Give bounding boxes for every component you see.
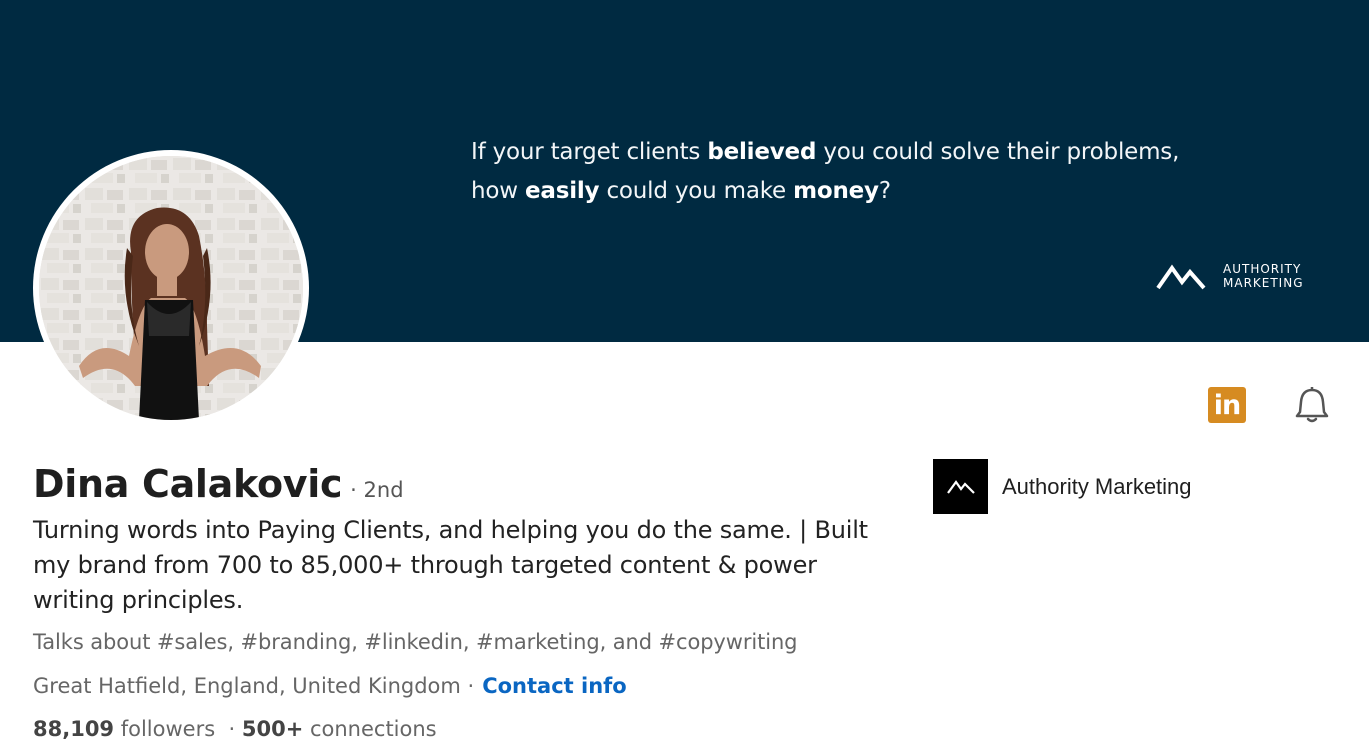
location-row: Great Hatfield, England, United Kingdom … <box>33 674 627 698</box>
profile-headline: Turning words into Paying Clients, and h… <box>33 516 868 614</box>
authority-marketing-mark-icon <box>1156 264 1206 290</box>
profile-name: Dina Calakovic <box>33 462 343 506</box>
profile-name-row: Dina Calakovic · 2nd <box>33 462 404 506</box>
banner-quote-line-2: how easily could you make money? <box>471 172 1179 211</box>
quote-bold: money <box>793 178 879 204</box>
banner-logo-text: AUTHORITY MARKETING <box>1223 262 1304 290</box>
linkedin-icon[interactable]: in <box>1208 387 1246 423</box>
quote-text: how <box>471 178 525 204</box>
banner-quote: If your target clients believed you coul… <box>471 133 1179 211</box>
company-name: Authority Marketing <box>1002 473 1192 499</box>
network-stats: 88,109 followers · 500+ connections <box>33 717 437 741</box>
quote-text: could you make <box>599 178 794 204</box>
banner-logo-line-2: MARKETING <box>1223 276 1304 290</box>
authority-marketing-logo-icon <box>946 479 975 494</box>
talks-about: Talks about #sales, #branding, #linkedin… <box>33 630 798 654</box>
contact-info-link[interactable]: Contact info <box>482 674 627 698</box>
quote-text: If your target clients <box>471 139 708 165</box>
stats-separator: · <box>215 717 242 741</box>
linkedin-icon-text: in <box>1213 389 1242 421</box>
quote-bold: easily <box>524 178 600 204</box>
current-company[interactable]: Authority Marketing <box>933 459 1192 514</box>
followers-label[interactable]: followers <box>114 717 215 741</box>
avatar-photo-illustration <box>39 156 303 420</box>
banner-authority-marketing-logo: AUTHORITY MARKETING <box>1156 262 1304 290</box>
profile-actions: in <box>1208 386 1331 424</box>
bell-icon[interactable] <box>1293 386 1331 424</box>
connections-label[interactable]: connections <box>303 717 437 741</box>
avatar-photo <box>39 156 303 420</box>
profile-location: Great Hatfield, England, United Kingdom … <box>33 674 475 698</box>
quote-text: you could solve their problems, <box>816 139 1180 165</box>
followers-count[interactable]: 88,109 <box>33 717 114 741</box>
quote-bold: believed <box>707 139 817 165</box>
banner-quote-line-1: If your target clients believed you coul… <box>471 133 1179 172</box>
connection-degree: · 2nd <box>350 478 404 502</box>
profile-avatar[interactable] <box>33 150 309 426</box>
connections-count[interactable]: 500+ <box>242 717 303 741</box>
banner-logo-line-1: AUTHORITY <box>1223 262 1302 276</box>
quote-text: ? <box>878 178 891 204</box>
company-logo <box>933 459 988 514</box>
bell-icon-glyph <box>1295 387 1329 423</box>
